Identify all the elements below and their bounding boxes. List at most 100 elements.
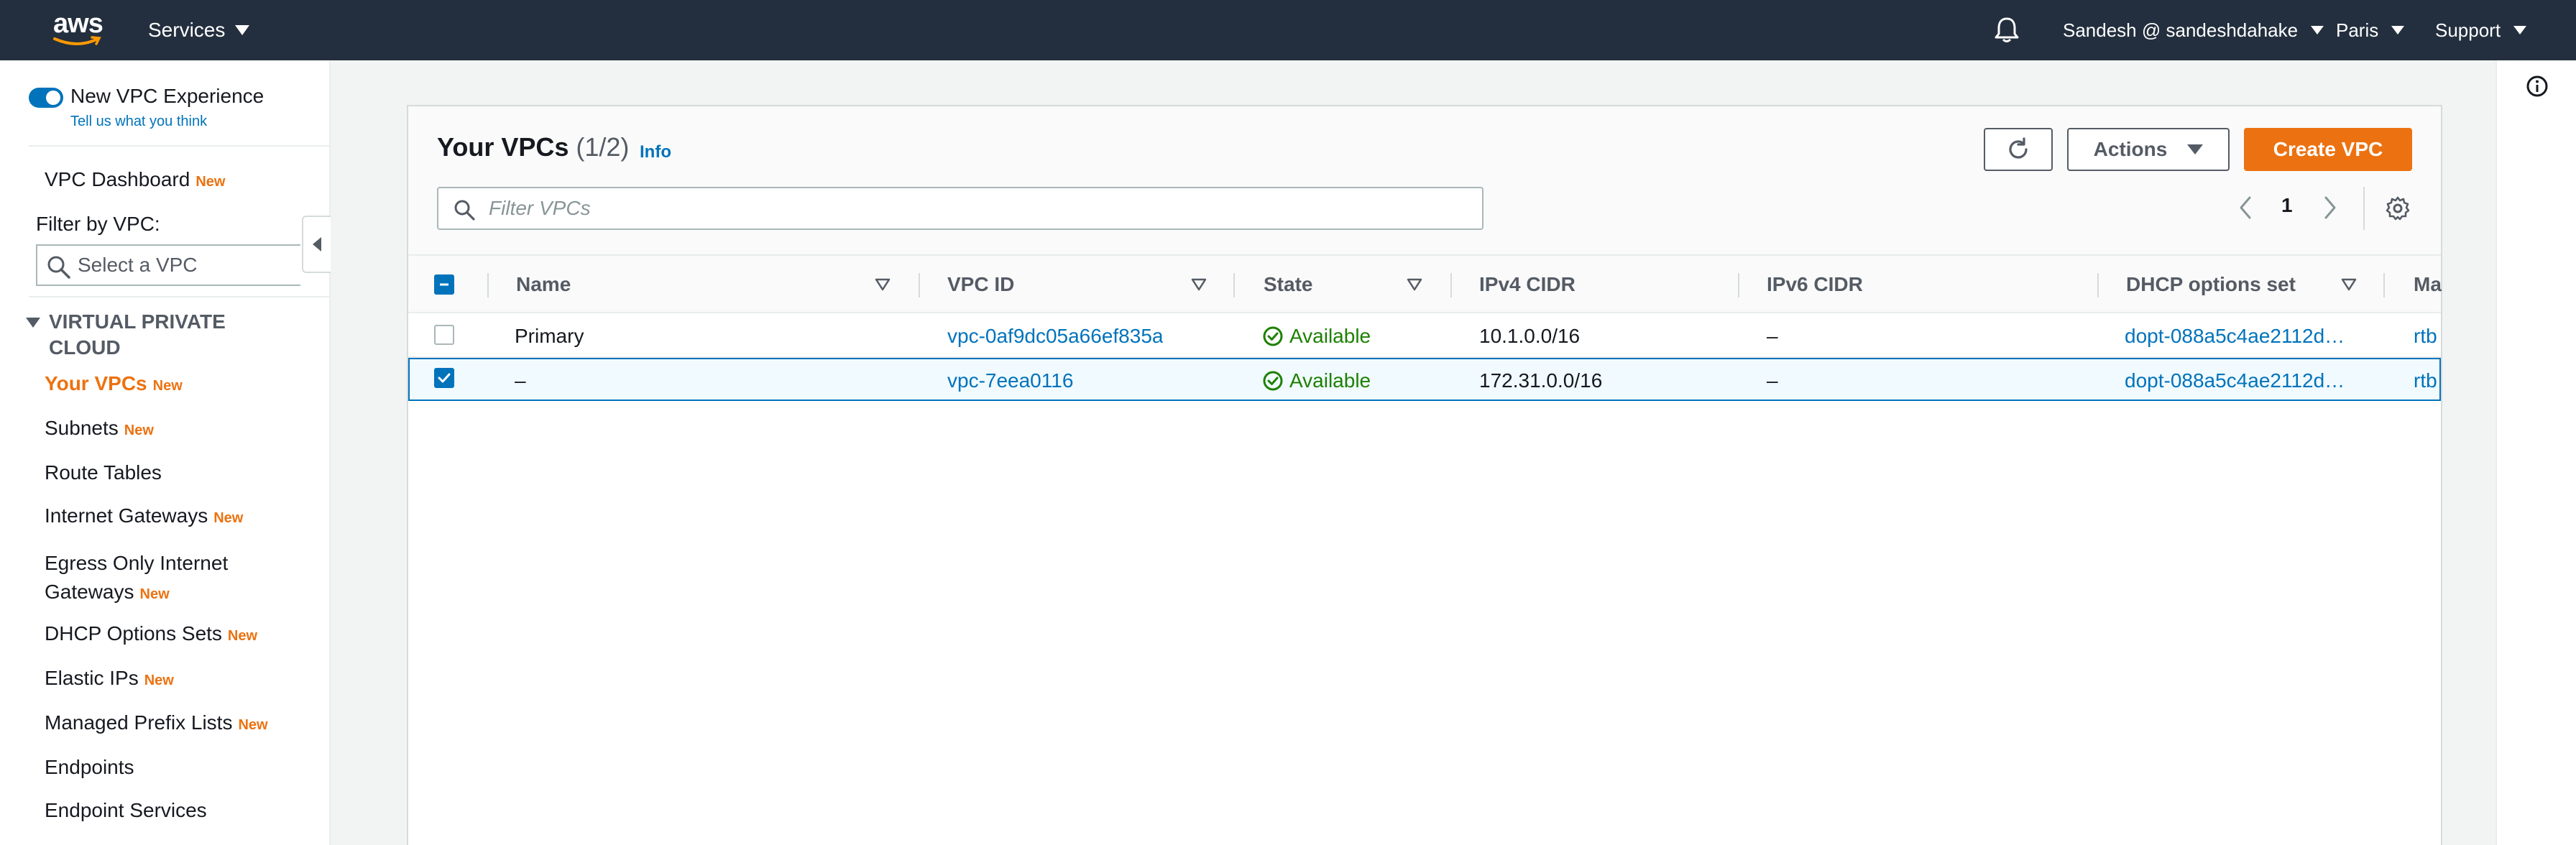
page-number[interactable]: 1 — [2281, 194, 2293, 217]
account-label: Sandesh @ sandeshdahake — [2063, 19, 2299, 41]
sort-down-icon[interactable] — [2340, 277, 2358, 292]
row-checkbox[interactable] — [434, 368, 454, 388]
column-divider — [487, 273, 489, 297]
refresh-button[interactable] — [1984, 128, 2053, 171]
section-title: CLOUD — [49, 336, 121, 359]
cell-state: Available — [1262, 359, 1371, 402]
column-header-main-route-table[interactable]: Ma — [2414, 256, 2442, 313]
search-icon — [454, 200, 475, 221]
sort-down-icon[interactable] — [1190, 277, 1208, 292]
sidebar-item-label: Elastic IPs — [45, 667, 139, 689]
gear-icon[interactable] — [2385, 195, 2411, 221]
cell-vpc-id-link[interactable]: vpc-7eea0116 — [947, 359, 1073, 402]
divider — [29, 296, 329, 297]
aws-logo-text: aws — [53, 9, 104, 39]
actions-label: Actions — [2093, 138, 2168, 160]
section-virtual-private-cloud[interactable]: VIRTUAL PRIVATE CLOUD — [26, 309, 226, 361]
sort-down-icon[interactable] — [874, 277, 891, 292]
column-header-state[interactable]: State — [1264, 256, 1312, 313]
support-label: Support — [2435, 19, 2501, 41]
collapse-sidebar-button[interactable] — [302, 216, 331, 273]
sidebar-item-dhcp-options-sets[interactable]: DHCP Options Sets New — [45, 622, 257, 645]
cell-name: – — [515, 369, 526, 392]
sidebar-item-elastic-ips[interactable]: Elastic IPs New — [45, 667, 174, 690]
sidebar-item-label: Route Tables — [45, 461, 162, 484]
row-checkbox[interactable] — [434, 325, 454, 345]
table-column-headers: Name VPC ID State IPv4 CIDR IPv6 CIDR DH… — [408, 256, 2442, 313]
region-label: Paris — [2336, 19, 2379, 41]
column-divider — [2383, 273, 2385, 297]
state-label: Available — [1289, 325, 1371, 347]
sidebar-item-egress-only-internet-gateways[interactable]: Egress Only Internet Gateways New — [45, 549, 228, 609]
column-divider — [1738, 273, 1739, 297]
sidebar-item-label: Endpoints — [45, 756, 134, 778]
vpcs-table-container: Your VPCs (1/2) Info Actions Create VPC … — [407, 105, 2442, 845]
chevron-left-icon[interactable] — [2238, 195, 2253, 220]
sidebar-item-endpoint-services[interactable]: Endpoint Services — [45, 799, 207, 822]
column-label: DHCP options set — [2126, 273, 2296, 295]
column-header-vpc-id[interactable]: VPC ID — [947, 256, 1014, 313]
filter-vpcs-input[interactable]: Filter VPCs — [437, 187, 1484, 230]
column-header-ipv6-cidr[interactable]: IPv6 CIDR — [1767, 256, 1863, 313]
sidebar-item-label: Endpoint Services — [45, 799, 207, 821]
check-circle-icon — [1263, 371, 1283, 391]
column-header-dhcp-options-set[interactable]: DHCP options set — [2126, 256, 2296, 313]
chevron-right-icon[interactable] — [2323, 195, 2337, 220]
select-placeholder: Select a VPC — [78, 254, 198, 276]
chevron-down-icon — [2311, 26, 2324, 34]
column-divider — [1450, 273, 1452, 297]
column-label: IPv4 CIDR — [1479, 273, 1576, 295]
cell-main-route-table-link[interactable]: rtb — [2414, 359, 2439, 402]
column-divider — [1233, 273, 1235, 297]
table-row[interactable]: Primary vpc-0af9dc05a66ef835a Available … — [408, 315, 2441, 358]
cell-dhcp-options-link[interactable]: dopt-088a5c4ae2112d… — [2125, 359, 2369, 402]
actions-button[interactable]: Actions — [2067, 128, 2230, 171]
region-menu[interactable]: Paris — [2336, 0, 2405, 60]
cell-dhcp-options-link[interactable]: dopt-088a5c4ae2112d… — [2125, 315, 2369, 358]
chevron-down-icon — [2513, 26, 2527, 34]
sidebar-item-label: VPC Dashboard — [45, 168, 190, 190]
state-label: Available — [1289, 369, 1371, 392]
create-vpc-button[interactable]: Create VPC — [2244, 128, 2412, 171]
cell-ipv4-cidr: 172.31.0.0/16 — [1479, 369, 1603, 392]
sidebar-item-your-vpcs[interactable]: Your VPCs New — [45, 372, 183, 395]
new-vpc-experience-toggle[interactable] — [29, 88, 63, 108]
support-menu[interactable]: Support — [2435, 0, 2527, 60]
sidebar-item-subnets[interactable]: Subnets New — [45, 417, 154, 440]
services-menu[interactable]: Services — [148, 0, 250, 60]
column-label: Name — [516, 273, 571, 295]
bell-icon — [1995, 17, 2019, 42]
aws-smile-icon — [53, 36, 101, 45]
cell-ipv6-cidr: – — [1767, 325, 1778, 347]
column-header-ipv4-cidr[interactable]: IPv4 CIDR — [1479, 256, 1576, 313]
info-link[interactable]: Info — [640, 142, 671, 162]
sidebar: New VPC Experience Tell us what you thin… — [0, 60, 331, 845]
feedback-link[interactable]: Tell us what you think — [70, 114, 207, 130]
vpc-filter-select[interactable]: Select a VPC — [36, 244, 300, 286]
info-circle-icon[interactable] — [2526, 75, 2549, 98]
minus-icon — [440, 283, 448, 286]
account-menu[interactable]: Sandesh @ sandeshdahake — [2063, 0, 2324, 60]
search-placeholder: Filter VPCs — [489, 197, 591, 219]
column-header-name[interactable]: Name — [516, 256, 571, 313]
page-title: Your VPCs (1/2) — [437, 132, 629, 162]
new-badge: New — [196, 174, 226, 190]
sidebar-item-label: DHCP Options Sets — [45, 622, 222, 645]
sidebar-item-managed-prefix-lists[interactable]: Managed Prefix Lists New — [45, 711, 268, 734]
new-badge: New — [227, 628, 258, 644]
cell-ipv4-cidr: 10.1.0.0/16 — [1479, 325, 1581, 347]
cell-vpc-id-link[interactable]: vpc-0af9dc05a66ef835a — [947, 315, 1163, 358]
sidebar-item-route-tables[interactable]: Route Tables — [45, 461, 162, 484]
sort-down-icon[interactable] — [1406, 277, 1423, 292]
new-badge: New — [144, 673, 174, 688]
notifications-button[interactable] — [1994, 0, 2020, 60]
select-all-checkbox[interactable] — [434, 274, 454, 295]
sidebar-item-label: Subnets — [45, 417, 119, 439]
aws-logo[interactable]: aws — [50, 9, 105, 49]
sidebar-item-vpc-dashboard[interactable]: VPC Dashboard New — [45, 168, 225, 191]
cell-main-route-table-link[interactable]: rtb — [2414, 315, 2441, 358]
sidebar-item-internet-gateways[interactable]: Internet Gateways New — [45, 504, 243, 527]
sidebar-item-endpoints[interactable]: Endpoints — [45, 756, 134, 779]
chevron-down-icon — [2391, 26, 2405, 34]
table-row-selected[interactable]: – vpc-7eea0116 Available 172.31.0.0/16 –… — [408, 358, 2441, 401]
